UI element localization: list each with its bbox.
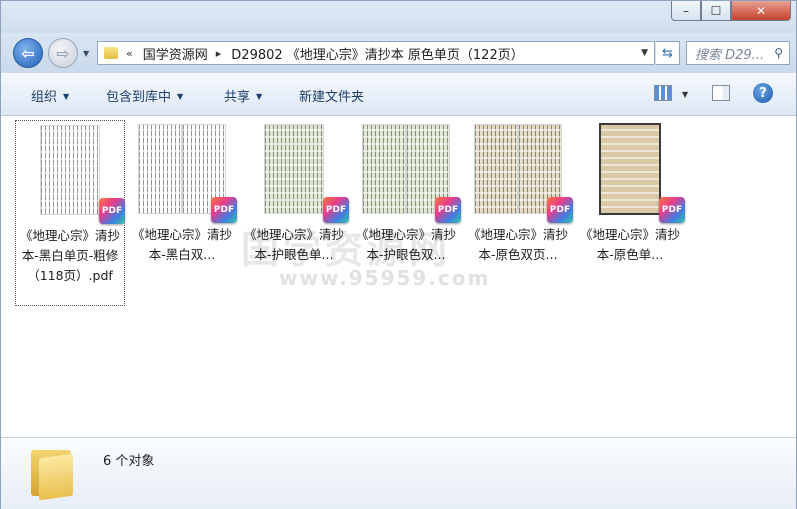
file-item[interactable]: PDF 《地理心宗》清抄本-护眼色单... — [239, 120, 349, 265]
pdf-thumbnail: PDF — [583, 123, 685, 223]
recent-pages-dropdown[interactable]: ▼ — [83, 49, 89, 58]
share-label: 共享 — [224, 90, 251, 105]
file-name-label: 《地理心宗》清抄本-护眼色双... — [355, 227, 456, 262]
search-placeholder: 搜索 D29... — [695, 47, 765, 63]
new-folder-button[interactable]: 新建文件夹 — [299, 86, 364, 105]
file-item[interactable]: PDF 《地理心宗》清抄本-原色单... — [575, 120, 685, 265]
document-page-image — [363, 125, 405, 213]
change-view-icon[interactable] — [654, 85, 672, 101]
chevron-down-icon: ▼ — [63, 92, 70, 101]
file-name-label: 《地理心宗》清抄本-黑白单页-粗修（118页）.pdf — [19, 228, 120, 283]
file-item[interactable]: PDF 《地理心宗》清抄本-护眼色双... — [351, 120, 461, 265]
organize-label: 组织 — [31, 90, 58, 105]
file-list-area[interactable]: 国学资源网 www.95959.com PDF 《地理心宗》清抄本-黑白单页-粗修… — [1, 116, 796, 437]
pdf-file-icon: PDF — [99, 198, 125, 224]
chevron-down-icon: ▼ — [256, 92, 263, 101]
search-input[interactable]: 搜索 D29... ⚲ — [686, 41, 790, 65]
share-menu[interactable]: 共享 ▼ — [224, 86, 262, 105]
details-pane: 6 个对象 — [1, 437, 796, 509]
file-item[interactable]: PDF 《地理心宗》清抄本-黑白单页-粗修（118页）.pdf — [15, 120, 125, 306]
pdf-file-icon: PDF — [211, 197, 237, 223]
help-label: ? — [759, 85, 767, 101]
file-name-label: 《地理心宗》清抄本-黑白双... — [131, 227, 232, 262]
view-options-dropdown[interactable]: ▼ — [682, 90, 688, 99]
document-page-image — [601, 125, 659, 213]
close-button[interactable]: ✕ — [731, 1, 791, 21]
navigation-bar: ⇦ ⇨ ▼ « 国学资源网 ▸ D29802 《地理心宗》清抄本 原色单页（12… — [1, 33, 796, 73]
document-page-image — [265, 125, 323, 213]
address-dropdown-icon[interactable]: ▼ — [641, 48, 648, 58]
breadcrumb-item-current[interactable]: D29802 《地理心宗》清抄本 原色单页（122页） — [231, 44, 523, 63]
chevron-down-icon: ▼ — [177, 92, 184, 101]
command-bar: 组织 ▼ 包含到库中 ▼ 共享 ▼ 新建文件夹 ▼ ? — [1, 73, 796, 116]
watermark-url: www.95959.com — [279, 266, 491, 290]
include-in-library-menu[interactable]: 包含到库中 ▼ — [106, 86, 183, 105]
back-button[interactable]: ⇦ — [13, 38, 43, 68]
organize-menu[interactable]: 组织 ▼ — [31, 86, 69, 105]
file-item[interactable]: PDF 《地理心宗》清抄本-原色双页... — [463, 120, 573, 265]
arrow-left-icon: ⇦ — [21, 43, 35, 63]
pdf-file-icon: PDF — [323, 197, 349, 223]
pdf-thumbnail: PDF — [359, 123, 461, 223]
file-item[interactable]: PDF 《地理心宗》清抄本-黑白双... — [127, 120, 237, 265]
item-count: 6 个对象 — [103, 454, 155, 469]
arrow-right-icon: ⇨ — [56, 43, 70, 63]
file-name-label: 《地理心宗》清抄本-原色双页... — [467, 227, 568, 262]
address-bar[interactable]: « 国学资源网 ▸ D29802 《地理心宗》清抄本 原色单页（122页） ▼ — [97, 41, 655, 65]
forward-button[interactable]: ⇨ — [48, 38, 78, 68]
preview-pane-icon[interactable] — [712, 85, 730, 101]
document-page-image — [475, 125, 517, 213]
help-icon[interactable]: ? — [753, 83, 773, 103]
new-folder-label: 新建文件夹 — [299, 90, 365, 105]
file-name-label: 《地理心宗》清抄本-护眼色单... — [243, 227, 344, 262]
pdf-thumbnail: PDF — [471, 123, 573, 223]
document-page-image — [41, 126, 99, 214]
breadcrumb-overflow[interactable]: « — [126, 47, 133, 60]
minimize-button[interactable]: – — [671, 1, 701, 21]
pdf-thumbnail: PDF — [247, 123, 349, 223]
search-icon: ⚲ — [774, 46, 783, 60]
pdf-file-icon: PDF — [435, 197, 461, 223]
pdf-file-icon: PDF — [547, 197, 573, 223]
explorer-window: – ☐ ✕ ⇦ ⇨ ▼ « 国学资源网 ▸ D29802 《地理心宗》清抄本 原… — [0, 0, 797, 509]
refresh-button[interactable]: ⇆ — [656, 41, 680, 65]
pdf-thumbnail: PDF — [135, 123, 237, 223]
folder-icon — [31, 446, 75, 501]
breadcrumb-item-root[interactable]: 国学资源网 — [143, 44, 208, 63]
pdf-file-icon: PDF — [659, 197, 685, 223]
maximize-button[interactable]: ☐ — [701, 1, 731, 21]
file-name-label: 《地理心宗》清抄本-原色单... — [579, 227, 680, 262]
include-in-library-label: 包含到库中 — [106, 90, 172, 105]
breadcrumb-separator[interactable]: ▸ — [216, 47, 222, 60]
document-page-image — [139, 125, 181, 213]
pdf-thumbnail: PDF — [23, 124, 125, 224]
refresh-icon: ⇆ — [662, 45, 673, 61]
folder-icon — [104, 47, 118, 59]
title-bar: – ☐ ✕ — [1, 1, 796, 33]
